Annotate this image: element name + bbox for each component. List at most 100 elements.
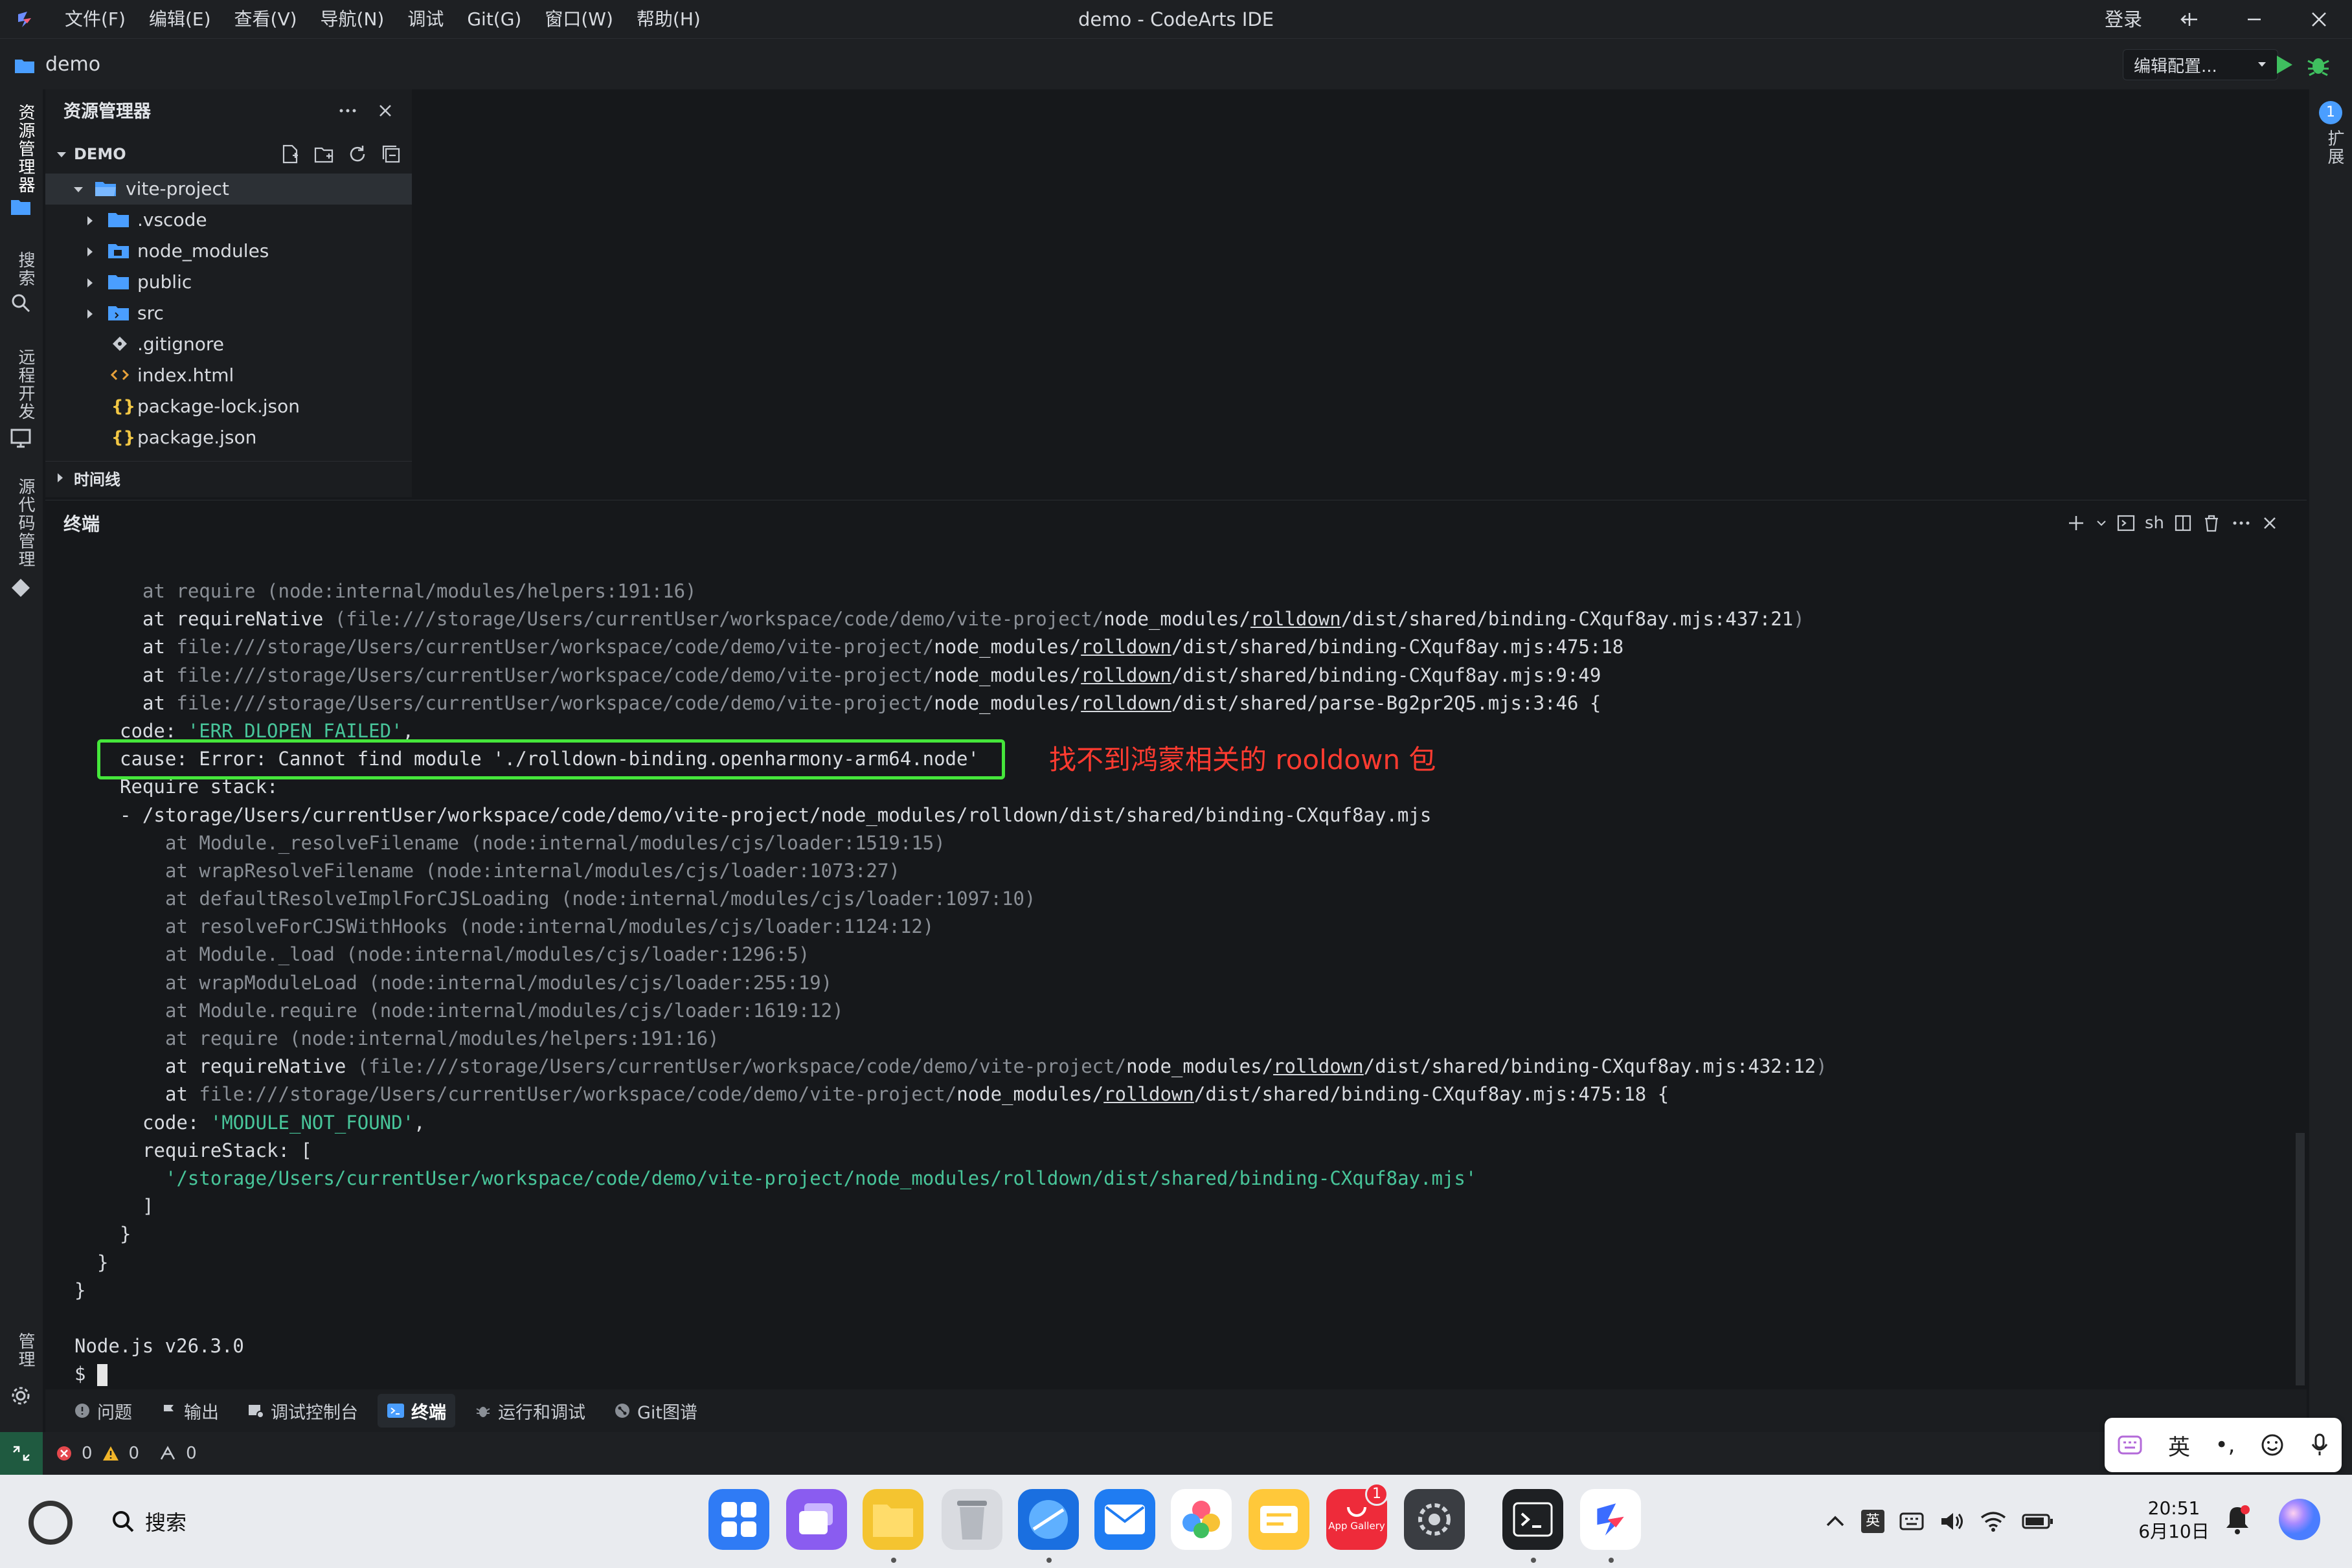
microphone-icon[interactable] (2310, 1433, 2329, 1457)
timeline-section[interactable]: 时间线 (45, 461, 412, 495)
wifi-icon[interactable] (1979, 1510, 2007, 1533)
search-icon[interactable] (9, 291, 32, 315)
running-indicator (1531, 1558, 1536, 1563)
menu-window[interactable]: 窗口(W) (534, 0, 624, 39)
terminal-scrollbar[interactable] (2296, 1133, 2305, 1385)
dock-files[interactable] (863, 1489, 923, 1550)
activity-search[interactable]: 搜索 (5, 251, 38, 287)
run-config-select[interactable]: 编辑配置... (2123, 49, 2278, 80)
status-problems[interactable]: 0 0 0 (56, 1432, 197, 1475)
notification-bell-icon[interactable] (2224, 1503, 2251, 1536)
terminal-text: at requireNative (165, 1055, 357, 1078)
dock-photos[interactable] (1171, 1489, 1232, 1550)
minimize-button[interactable] (2232, 0, 2277, 39)
terminal-text: /dist/shared/binding-CXquf8ay.mjs:475:18 (1171, 636, 1624, 658)
folder-icon (108, 213, 129, 227)
battery-icon[interactable] (2022, 1510, 2054, 1533)
ime-keyboard-icon[interactable] (2117, 1433, 2143, 1457)
keyboard-icon[interactable] (1899, 1510, 1925, 1533)
dock-app-launcher[interactable] (708, 1489, 769, 1550)
menu-edit[interactable]: 编辑(E) (139, 0, 221, 39)
activity-explorer[interactable]: 资源管理器 (5, 104, 38, 194)
new-file-icon[interactable] (280, 144, 300, 164)
gear-icon[interactable] (9, 1384, 32, 1407)
close-icon[interactable] (377, 102, 394, 119)
ime-punctuation-toggle[interactable]: •, (2215, 1432, 2235, 1458)
trash-icon[interactable] (2202, 513, 2221, 533)
emoji-icon[interactable] (2260, 1433, 2285, 1457)
assistant-orb-icon[interactable] (2277, 1497, 2322, 1542)
project-name[interactable]: demo (45, 50, 100, 79)
tree-item-package-json[interactable]: {} package.json (45, 422, 412, 453)
tree-item-gitignore[interactable]: .gitignore (45, 329, 412, 360)
terminal-text: rolldown (1103, 1083, 1194, 1106)
menu-view[interactable]: 查看(V) (224, 0, 308, 39)
taskbar-search[interactable]: 搜索 (110, 1501, 187, 1542)
activity-remote[interactable]: 远程开发 (5, 348, 38, 421)
dock-codearts-ide[interactable] (1580, 1489, 1641, 1550)
volume-icon[interactable] (1939, 1510, 1965, 1533)
close-window-button[interactable] (2296, 0, 2342, 39)
layout-toggle-button[interactable] (2167, 0, 2212, 39)
chevron-up-icon[interactable] (1824, 1510, 1847, 1533)
menu-git[interactable]: Git(G) (457, 0, 532, 39)
menu-help[interactable]: 帮助(H) (626, 0, 711, 39)
dock-notes[interactable] (1249, 1489, 1309, 1550)
ime-tray-indicator[interactable]: 英 (1861, 1510, 1884, 1533)
add-terminal-icon[interactable] (2066, 513, 2086, 533)
close-panel-icon[interactable] (2261, 515, 2278, 532)
source-control-icon[interactable] (9, 576, 32, 599)
terminal-line: } (71, 1277, 2286, 1305)
chevron-down-icon[interactable] (2096, 517, 2107, 529)
tab-problems[interactable]: 问题 (65, 1394, 141, 1428)
dock-multitask[interactable] (786, 1489, 847, 1550)
menu-navigate[interactable]: 导航(N) (310, 0, 395, 39)
activity-extensions[interactable]: 扩展 (2314, 129, 2347, 166)
login-button[interactable]: 登录 (2105, 0, 2142, 39)
tree-item-src[interactable]: src (45, 298, 412, 329)
menu-file[interactable]: 文件(F) (54, 0, 136, 39)
dock-browser[interactable] (1018, 1489, 1079, 1550)
tree-item-public[interactable]: public (45, 267, 412, 298)
refresh-icon[interactable] (347, 144, 368, 164)
terminal-text: '/storage/Users/currentUser/workspace/co… (165, 1167, 1477, 1189)
ports-count: 0 (186, 1444, 197, 1463)
collapse-all-icon[interactable] (381, 144, 401, 164)
ime-language-toggle[interactable]: 英 (2168, 1429, 2190, 1461)
tab-terminal[interactable]: 终端 (378, 1394, 455, 1428)
tab-run-and-debug[interactable]: 运行和调试 (466, 1394, 594, 1428)
remote-monitor-icon[interactable] (9, 426, 32, 449)
tree-item-node-modules[interactable]: node_modules (45, 236, 412, 267)
terminal-output[interactable]: at require (node:internal/modules/helper… (71, 577, 2286, 1387)
start-menu-icon[interactable] (25, 1497, 76, 1549)
dock-settings[interactable] (1404, 1489, 1465, 1550)
explorer-folder-icon[interactable] (9, 196, 32, 219)
dock-terminal[interactable] (1502, 1489, 1563, 1550)
remote-status-button[interactable] (0, 1432, 43, 1475)
tree-item-package-lock-json[interactable]: {} package-lock.json (45, 391, 412, 422)
new-folder-icon[interactable] (313, 144, 334, 164)
tree-item-vscode[interactable]: .vscode (45, 205, 412, 236)
run-icon[interactable] (2270, 52, 2296, 78)
editor-area[interactable] (414, 89, 2307, 497)
tab-debug-console[interactable]: 调试控制台 (238, 1394, 367, 1428)
tab-git-graph[interactable]: Git图谱 (605, 1394, 707, 1428)
more-actions-icon[interactable] (337, 101, 359, 120)
activity-manage[interactable]: 管理 (5, 1332, 38, 1369)
terminal-shell-name[interactable]: sh (2145, 513, 2164, 533)
menu-debug[interactable]: 调试 (397, 0, 454, 39)
more-actions-icon[interactable] (2230, 513, 2252, 533)
terminal-line: at requireNative (file:///storage/Users/… (71, 1053, 2286, 1081)
dock-recycle-bin[interactable] (942, 1489, 1002, 1550)
split-terminal-icon[interactable] (2173, 513, 2193, 533)
browser-globe-icon (1029, 1500, 1068, 1539)
tree-item-vite-project[interactable]: vite-project (45, 174, 412, 205)
tab-output[interactable]: 输出 (152, 1394, 228, 1428)
activity-scm[interactable]: 源代码管理 (5, 478, 38, 568)
taskbar-clock[interactable]: 20:51 6月10日 (2132, 1497, 2216, 1543)
dock-mail[interactable] (1094, 1489, 1155, 1550)
layout-icon (2180, 13, 2197, 26)
tree-item-index-html[interactable]: index.html (45, 360, 412, 391)
debug-icon[interactable] (2305, 52, 2331, 78)
